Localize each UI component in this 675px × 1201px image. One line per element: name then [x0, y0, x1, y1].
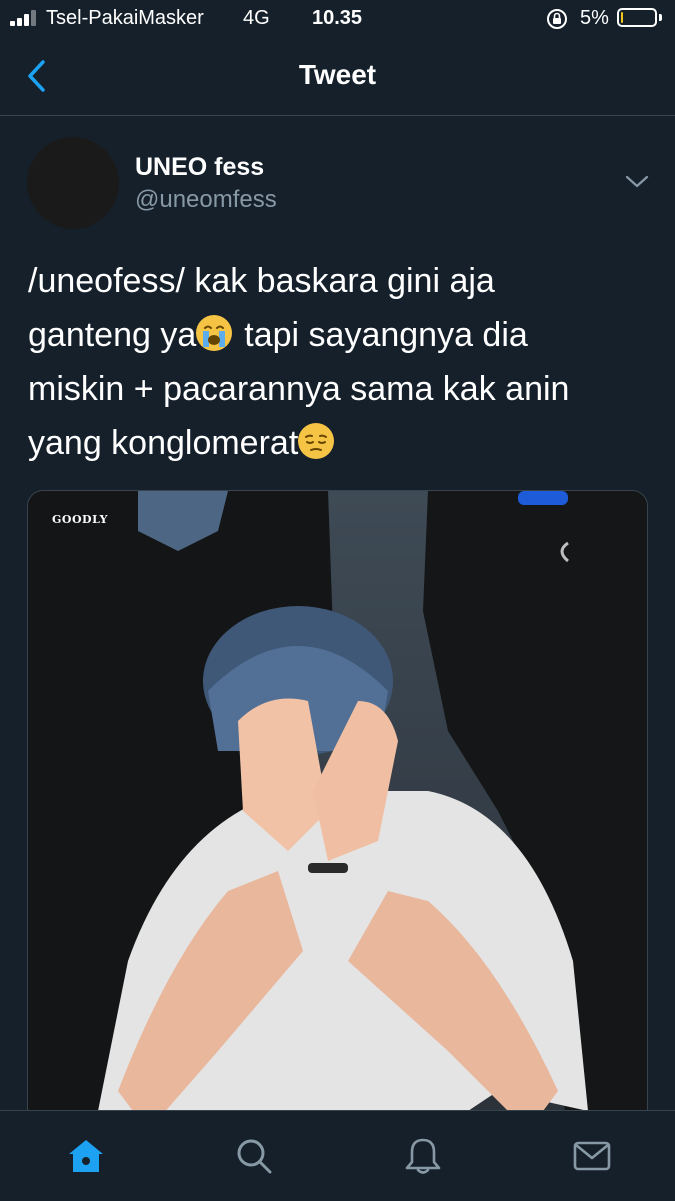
- tweet-text-segment: tapi sayangnya dia: [244, 316, 528, 354]
- pensive-face-emoji: [298, 423, 335, 459]
- tweet-menu-button[interactable]: [619, 168, 655, 196]
- network-type: 4G: [243, 7, 270, 29]
- tweet-text: /uneofess/ kak baskara gini aja ganteng …: [28, 254, 648, 470]
- tab-search[interactable]: [229, 1133, 279, 1179]
- loudly-crying-face-emoji: [196, 315, 233, 351]
- bottom-tab-bar: [0, 1110, 675, 1201]
- tab-notifications[interactable]: [398, 1133, 448, 1179]
- tweet-text-line-3: miskin + pacarannya sama kak anin: [28, 370, 570, 408]
- page-title: Tweet: [298, 59, 377, 90]
- photo-person-covering-face: [28, 491, 647, 1149]
- chevron-down-icon: [625, 175, 649, 188]
- tweet-text-segment: ganteng ya: [28, 316, 197, 354]
- status-time: 10.35: [312, 7, 363, 29]
- battery-icon: [617, 8, 657, 27]
- home-icon: [69, 1140, 103, 1172]
- search-icon: [237, 1139, 272, 1174]
- status-bar: Tsel-PakaiMasker 4G 10.35 5%: [0, 0, 675, 38]
- tweet-text-line-1: /uneofess/ kak baskara gini aja: [28, 262, 495, 300]
- notifications-icon: [405, 1138, 441, 1174]
- avatar[interactable]: [27, 137, 119, 229]
- tweet-photo[interactable]: GOODLY: [27, 490, 648, 1150]
- author-display-name[interactable]: UNEO fess: [135, 153, 264, 182]
- tweet-text-line-4: yang konglomerat: [28, 416, 648, 470]
- tab-messages[interactable]: [567, 1133, 617, 1179]
- tweet-text-segment: yang konglomerat: [28, 424, 299, 462]
- signal-strength-icon: [10, 10, 42, 26]
- photo-watermark: GOODLY: [52, 513, 108, 526]
- messages-icon: [573, 1141, 611, 1171]
- tab-home[interactable]: [61, 1133, 111, 1179]
- rotation-lock-icon: [547, 9, 567, 29]
- carrier-name: Tsel-PakaiMasker: [46, 7, 204, 29]
- battery-percent: 5%: [580, 7, 609, 29]
- battery-tip: [659, 14, 662, 21]
- author-handle[interactable]: @uneomfess: [135, 186, 277, 214]
- tweet-text-line-2: ganteng ya tapi sayangnya dia: [28, 308, 648, 362]
- battery-level-fill: [621, 12, 623, 23]
- navigation-header: Tweet: [0, 38, 675, 116]
